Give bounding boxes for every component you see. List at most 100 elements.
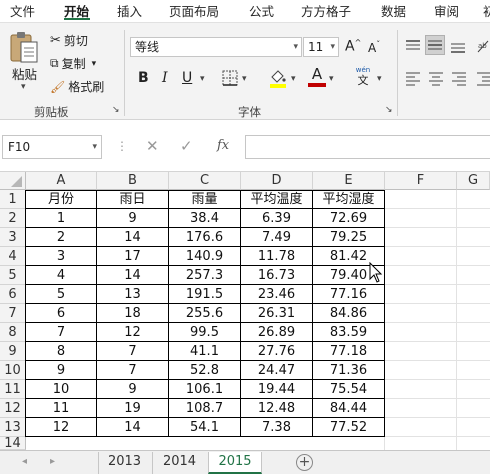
table-cell[interactable]: 84.44 (313, 399, 384, 418)
table-cell[interactable]: 72.69 (313, 209, 384, 228)
scroll-left-icon[interactable]: ◂ (22, 456, 27, 467)
align-right-icon[interactable] (451, 70, 467, 86)
table-cell[interactable]: 257.3 (169, 266, 240, 285)
table-cell[interactable]: 38.4 (169, 209, 240, 228)
table-cell[interactable]: 84.86 (313, 304, 384, 323)
formula-input[interactable] (245, 135, 490, 159)
cancel-icon[interactable]: ✕ (146, 137, 159, 155)
table-cell[interactable]: 14 (97, 418, 168, 437)
table-cell[interactable]: 255.6 (169, 304, 240, 323)
table-cell[interactable]: 8 (26, 342, 96, 361)
row-header[interactable]: 11 (0, 380, 26, 399)
enter-icon[interactable]: ✓ (180, 137, 193, 155)
column-header-a[interactable]: A (26, 172, 97, 190)
column-header-d[interactable]: D (241, 172, 313, 190)
align-center-icon[interactable] (428, 70, 444, 86)
table-cell[interactable]: 99.5 (169, 323, 240, 342)
chevron-down-icon[interactable]: ▾ (377, 74, 382, 84)
table-cell[interactable]: 3 (26, 247, 96, 266)
table-cell[interactable]: 7.38 (241, 418, 312, 437)
align-top-icon[interactable] (405, 38, 421, 52)
sheet-tab-2015[interactable]: 2015 (208, 452, 262, 474)
borders-icon[interactable] (222, 70, 238, 86)
table-cell[interactable]: 9 (97, 209, 168, 228)
table-cell[interactable]: 12.48 (241, 399, 312, 418)
row-header[interactable]: 1 (0, 190, 26, 209)
name-box[interactable]: F10 ▾ (2, 135, 102, 159)
table-cell[interactable]: 24.47 (241, 361, 312, 380)
align-bottom-icon[interactable] (450, 38, 466, 54)
row-header[interactable]: 7 (0, 304, 26, 323)
table-header-cell[interactable]: 雨量 (169, 190, 240, 209)
column-header-b[interactable]: B (97, 172, 169, 190)
paste-button-label[interactable]: 粘贴 (12, 64, 37, 83)
table-cell[interactable]: 7 (97, 361, 168, 380)
chevron-down-icon[interactable]: ▾ (329, 74, 334, 84)
row-header[interactable]: 14 (0, 437, 26, 450)
copy-button[interactable]: ⧉ 复制 ▾ (50, 55, 96, 72)
table-cell[interactable]: 19 (97, 399, 168, 418)
table-cell[interactable]: 23.46 (241, 285, 312, 304)
table-cell[interactable]: 12 (97, 323, 168, 342)
bold-button[interactable]: B (138, 70, 149, 86)
table-cell[interactable]: 14 (97, 228, 168, 247)
table-cell[interactable]: 10 (26, 380, 96, 399)
table-cell[interactable]: 12 (26, 418, 96, 437)
fill-color-icon[interactable] (268, 68, 288, 88)
table-cell[interactable]: 13 (97, 285, 168, 304)
row-header[interactable]: 2 (0, 209, 26, 228)
tab-insert[interactable]: 插入 (117, 1, 142, 20)
shrink-font-button[interactable]: Aˇ (368, 40, 380, 55)
italic-button[interactable]: I (162, 70, 168, 86)
table-cell[interactable]: 176.6 (169, 228, 240, 247)
table-cell[interactable]: 26.31 (241, 304, 312, 323)
chevron-down-icon[interactable]: ▾ (242, 74, 247, 84)
tab-data[interactable]: 数据 (381, 1, 406, 20)
table-cell[interactable]: 41.1 (169, 342, 240, 361)
dialog-launcher-icon[interactable]: ↘ (112, 105, 120, 115)
table-cell[interactable]: 77.52 (313, 418, 384, 437)
chevron-down-icon[interactable]: ▾ (200, 74, 205, 84)
table-cell[interactable]: 83.59 (313, 323, 384, 342)
paste-dropdown-icon[interactable]: ▾ (21, 82, 26, 92)
paste-icon[interactable] (8, 30, 40, 64)
column-header-g[interactable]: G (457, 172, 490, 190)
column-header-e[interactable]: E (313, 172, 385, 190)
table-cell[interactable]: 7 (26, 323, 96, 342)
grow-font-button[interactable]: A^ (345, 38, 361, 55)
insert-function-icon[interactable]: fx (217, 138, 229, 153)
underline-button[interactable]: U (182, 70, 192, 86)
table-header-cell[interactable]: 月份 (26, 190, 96, 209)
row-header[interactable]: 4 (0, 247, 26, 266)
select-all-corner[interactable] (0, 172, 26, 190)
table-cell[interactable]: 2 (26, 228, 96, 247)
table-cell[interactable]: 14 (97, 266, 168, 285)
dialog-launcher-icon[interactable]: ↘ (385, 105, 393, 115)
table-cell[interactable]: 75.54 (313, 380, 384, 399)
tab-review[interactable]: 审阅 (434, 1, 459, 20)
font-color-button[interactable]: A (308, 66, 326, 88)
table-cell[interactable]: 19.44 (241, 380, 312, 399)
align-left-icon[interactable] (405, 70, 421, 86)
table-cell[interactable]: 71.36 (313, 361, 384, 380)
table-cell[interactable]: 9 (26, 361, 96, 380)
table-cell[interactable]: 52.8 (169, 361, 240, 380)
font-name-dropdown[interactable]: 等线 ▾ (130, 37, 302, 57)
table-cell[interactable]: 77.16 (313, 285, 384, 304)
column-header-f[interactable]: F (385, 172, 457, 190)
tab-view[interactable]: 初 (483, 1, 490, 20)
row-header[interactable]: 5 (0, 266, 26, 285)
table-header-cell[interactable]: 雨日 (97, 190, 168, 209)
tab-formulas[interactable]: 公式 (249, 1, 274, 20)
table-cell[interactable]: 4 (26, 266, 96, 285)
table-cell[interactable]: 7 (97, 342, 168, 361)
table-cell[interactable]: 16.73 (241, 266, 312, 285)
table-cell[interactable]: 6.39 (241, 209, 312, 228)
row-header[interactable]: 13 (0, 418, 26, 437)
font-size-dropdown[interactable]: 11 ▾ (303, 37, 339, 57)
table-cell[interactable]: 79.25 (313, 228, 384, 247)
table-header-cell[interactable]: 平均温度 (241, 190, 312, 209)
row-header[interactable]: 6 (0, 285, 26, 304)
cut-button[interactable]: ✂ 剪切 (50, 32, 88, 49)
table-cell[interactable]: 27.76 (241, 342, 312, 361)
